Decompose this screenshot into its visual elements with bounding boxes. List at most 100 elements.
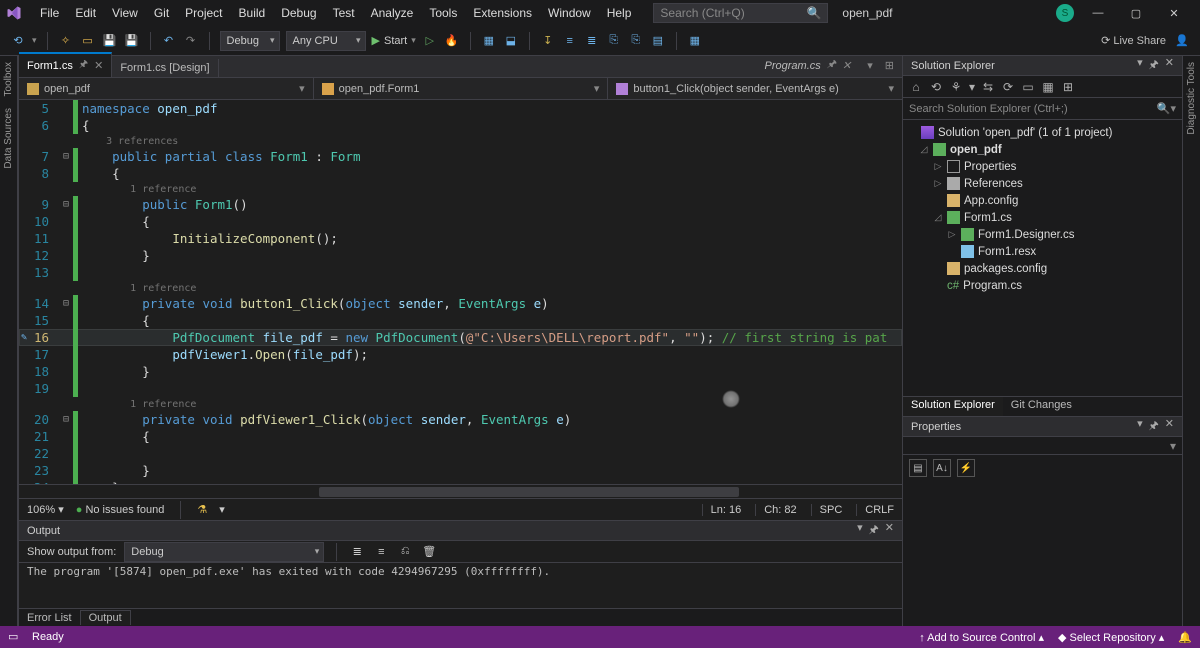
open-icon[interactable]: ▭: [80, 33, 96, 49]
tool-icon-7[interactable]: ⎘: [628, 33, 644, 49]
sln-tb-icon[interactable]: ⟲: [929, 80, 943, 94]
tree-appconfig[interactable]: App.config: [964, 195, 1018, 207]
code-text[interactable]: public partial class Form1 : Form: [82, 148, 902, 165]
menu-build[interactable]: Build: [231, 4, 274, 22]
menu-project[interactable]: Project: [177, 4, 230, 22]
tree-project[interactable]: open_pdf: [950, 144, 1002, 156]
tool-icon-2[interactable]: ⬓: [503, 33, 519, 49]
indent-indicator[interactable]: SPC: [811, 504, 843, 516]
tool-icon-3[interactable]: ↧: [540, 33, 556, 49]
tree-packages[interactable]: packages.config: [964, 263, 1047, 275]
tool-icon-6[interactable]: ⎘: [606, 33, 622, 49]
tab-solution-explorer[interactable]: Solution Explorer: [903, 397, 1003, 416]
panel-dropdown-icon[interactable]: ▾: [1137, 417, 1143, 436]
save-icon[interactable]: 💾: [102, 33, 118, 49]
tool-icon-4[interactable]: ≡: [562, 33, 578, 49]
global-search-input[interactable]: Search (Ctrl+Q) 🔍: [653, 3, 828, 23]
eol-indicator[interactable]: CRLF: [856, 504, 894, 516]
menu-window[interactable]: Window: [540, 4, 599, 22]
sln-tb-icon[interactable]: ⊞: [1061, 80, 1075, 94]
menu-tools[interactable]: Tools: [421, 4, 465, 22]
select-repository-button[interactable]: ◆ Select Repository ▴: [1058, 631, 1164, 644]
tab-git-changes[interactable]: Git Changes: [1003, 397, 1080, 416]
code-line[interactable]: 13: [19, 264, 902, 281]
issues-label[interactable]: No issues found: [85, 504, 164, 516]
menu-file[interactable]: File: [32, 4, 67, 22]
nav-back-icon[interactable]: ⟲: [10, 33, 26, 49]
tree-form1[interactable]: Form1.cs: [964, 212, 1012, 224]
tabs-float-icon[interactable]: ⊞: [881, 59, 898, 72]
menu-view[interactable]: View: [104, 4, 146, 22]
zoom-dropdown[interactable]: 106% ▾: [27, 503, 64, 516]
code-line[interactable]: 6{: [19, 117, 902, 134]
code-line[interactable]: 20⊟ private void pdfViewer1_Click(object…: [19, 411, 902, 428]
code-text[interactable]: private void pdfViewer1_Click(object sen…: [82, 411, 902, 428]
code-line[interactable]: 11 InitializeComponent();: [19, 230, 902, 247]
notifications-icon[interactable]: 🔔: [1178, 631, 1192, 644]
panel-close-icon[interactable]: ✕: [1165, 417, 1174, 436]
code-text[interactable]: {: [82, 312, 902, 329]
line-indicator[interactable]: Ln: 16: [702, 504, 742, 516]
solution-search-input[interactable]: Search Solution Explorer (Ctrl+;) 🔍▾: [903, 98, 1182, 120]
code-line[interactable]: 9⊟ public Form1(): [19, 196, 902, 213]
code-line[interactable]: 1 reference: [19, 281, 902, 295]
code-text[interactable]: {: [82, 213, 902, 230]
code-line[interactable]: 8 {: [19, 165, 902, 182]
close-tab-icon[interactable]: ✕: [842, 59, 851, 72]
add-source-control-button[interactable]: ↑ Add to Source Control ▴: [919, 631, 1044, 644]
rail-data-sources[interactable]: Data Sources: [3, 108, 14, 169]
output-tool-icon-4[interactable]: 🗑: [421, 544, 437, 560]
tool-icon-8[interactable]: ▤: [650, 33, 666, 49]
undo-icon[interactable]: ↶: [161, 33, 177, 49]
nav-member-dropdown[interactable]: button1_Click(object sender, EventArgs e…: [608, 78, 902, 99]
status-icon[interactable]: ▭: [8, 630, 22, 644]
menu-test[interactable]: Test: [325, 4, 363, 22]
sln-tb-icon[interactable]: ▭: [1021, 80, 1035, 94]
tree-references[interactable]: References: [964, 178, 1023, 190]
pin-icon[interactable]: 🖈: [79, 57, 88, 74]
code-text[interactable]: PdfDocument file_pdf = new PdfDocument(@…: [82, 329, 902, 346]
close-tab-icon[interactable]: ✕: [94, 59, 103, 72]
code-text[interactable]: public Form1(): [82, 196, 902, 213]
menu-debug[interactable]: Debug: [273, 4, 324, 22]
output-text[interactable]: The program '[5874] open_pdf.exe' has ex…: [19, 563, 902, 608]
window-minimize-button[interactable]: —: [1084, 7, 1112, 19]
output-tool-icon-2[interactable]: ≡: [373, 544, 389, 560]
sln-tb-icon[interactable]: ▦: [1041, 80, 1055, 94]
tab-form1-cs[interactable]: Form1.cs 🖈 ✕: [19, 52, 112, 77]
code-line[interactable]: 7⊟ public partial class Form1 : Form: [19, 148, 902, 165]
sln-tb-icon[interactable]: ⟳: [1001, 80, 1015, 94]
solution-config-dropdown[interactable]: Debug: [220, 31, 280, 51]
solution-platform-dropdown[interactable]: Any CPU: [286, 31, 366, 51]
fold-toggle[interactable]: ⊟: [59, 196, 73, 213]
code-text[interactable]: {: [82, 165, 902, 182]
code-line[interactable]: 3 references: [19, 134, 902, 148]
code-editor[interactable]: 5namespace open_pdf6{ 3 references7⊟ pub…: [19, 100, 902, 484]
tool-icon-5[interactable]: ≣: [584, 33, 600, 49]
live-share-button[interactable]: ⟳ Live Share: [1101, 34, 1166, 47]
tree-solution[interactable]: Solution 'open_pdf' (1 of 1 project): [938, 127, 1112, 139]
account-avatar[interactable]: S: [1056, 4, 1074, 22]
props-events-icon[interactable]: ⚡: [957, 459, 975, 477]
code-line[interactable]: 5namespace open_pdf: [19, 100, 902, 117]
tabs-overflow-icon[interactable]: ▾: [863, 59, 877, 72]
code-line[interactable]: 18 }: [19, 363, 902, 380]
output-tool-icon-3[interactable]: ⎌: [397, 544, 413, 560]
code-text[interactable]: 1 reference: [82, 396, 902, 413]
props-categorized-icon[interactable]: ▤: [909, 459, 927, 477]
code-line[interactable]: 1 reference: [19, 182, 902, 196]
fold-toggle[interactable]: ⊟: [59, 148, 73, 165]
tree-properties[interactable]: Properties: [964, 161, 1016, 173]
sln-tb-icon[interactable]: ⚘: [949, 80, 963, 94]
code-text[interactable]: }: [82, 462, 902, 479]
rail-toolbox[interactable]: Toolbox: [3, 62, 14, 96]
sln-tb-icon[interactable]: ⌂: [909, 80, 923, 94]
menu-git[interactable]: Git: [146, 4, 177, 22]
code-line[interactable]: 1 reference: [19, 397, 902, 411]
code-text[interactable]: }: [82, 363, 902, 380]
feedback-icon[interactable]: 👤: [1174, 33, 1190, 49]
redo-icon[interactable]: ↷: [183, 33, 199, 49]
rail-diagnostic-tools[interactable]: Diagnostic Tools: [1186, 62, 1197, 135]
code-line[interactable]: 15 {: [19, 312, 902, 329]
code-text[interactable]: InitializeComponent();: [82, 230, 902, 247]
